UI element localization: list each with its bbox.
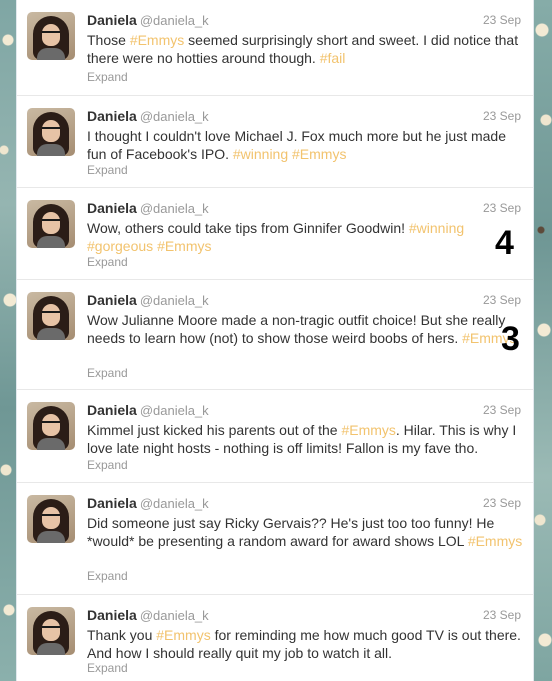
- tweet-timestamp[interactable]: 23 Sep: [483, 496, 521, 510]
- hashtag-link[interactable]: #gorgeous: [87, 238, 153, 254]
- user-handle[interactable]: @daniela_k: [140, 293, 209, 308]
- tweet-text: Wow Julianne Moore made a non-tragic out…: [87, 311, 527, 347]
- hashtag-link[interactable]: #fail: [320, 50, 346, 66]
- tweet-timestamp[interactable]: 23 Sep: [483, 13, 521, 27]
- avatar[interactable]: [27, 200, 75, 248]
- tweet-text-segment: Those: [87, 32, 130, 48]
- user-name[interactable]: Daniela: [87, 607, 137, 623]
- tweet-text: Those #Emmys seemed surprisingly short a…: [87, 31, 527, 67]
- user-name[interactable]: Daniela: [87, 402, 137, 418]
- avatar[interactable]: [27, 108, 75, 156]
- avatar[interactable]: [27, 607, 75, 655]
- tweet-timestamp[interactable]: 23 Sep: [483, 201, 521, 215]
- tweet-item[interactable]: Daniela @daniela_k 23 Sep I thought I cou…: [17, 96, 533, 188]
- user-name[interactable]: Daniela: [87, 108, 137, 124]
- hashtag-link[interactable]: #Emmys: [341, 422, 395, 438]
- annotation-number-3: 3: [501, 320, 520, 358]
- tweet-text: I thought I couldn't love Michael J. Fox…: [87, 127, 527, 163]
- tweet-text: Thank you #Emmys for reminding me how mu…: [87, 626, 527, 662]
- background-right-floral: [534, 0, 552, 681]
- user-handle[interactable]: @daniela_k: [140, 496, 209, 511]
- user-handle[interactable]: @daniela_k: [140, 608, 209, 623]
- tweet-item[interactable]: Daniela @daniela_k 23 Sep Wow Julianne Mo…: [17, 280, 533, 390]
- expand-link[interactable]: Expand: [87, 163, 128, 177]
- tweet-header: Daniela @daniela_k: [87, 292, 209, 308]
- tweet-timeline: Daniela @daniela_k 23 Sep Those #Emmys se…: [16, 0, 534, 681]
- background-left-floral: [0, 0, 16, 681]
- tweet-timestamp[interactable]: 23 Sep: [483, 109, 521, 123]
- user-name[interactable]: Daniela: [87, 200, 137, 216]
- user-handle[interactable]: @daniela_k: [140, 201, 209, 216]
- user-name[interactable]: Daniela: [87, 495, 137, 511]
- avatar[interactable]: [27, 12, 75, 60]
- tweet-item[interactable]: Daniela @daniela_k 23 Sep Wow, others cou…: [17, 188, 533, 280]
- tweet-text-segment: Wow, others could take tips from Ginnife…: [87, 220, 409, 236]
- tweet-text-segment: Wow Julianne Moore made a non-tragic out…: [87, 312, 506, 346]
- tweet-text-segment: Thank you: [87, 627, 157, 643]
- tweet-timestamp[interactable]: 23 Sep: [483, 608, 521, 622]
- tweet-header: Daniela @daniela_k: [87, 402, 209, 418]
- hashtag-link[interactable]: #Emmys: [292, 146, 346, 162]
- tweet-text: Kimmel just kicked his parents out of th…: [87, 421, 527, 457]
- hashtag-link[interactable]: #Emmys: [130, 32, 184, 48]
- tweet-text-segment: Did someone just say Ricky Gervais?? He'…: [87, 515, 495, 549]
- tweet-timestamp[interactable]: 23 Sep: [483, 293, 521, 307]
- avatar[interactable]: [27, 402, 75, 450]
- tweet-header: Daniela @daniela_k: [87, 12, 209, 28]
- expand-link[interactable]: Expand: [87, 255, 128, 269]
- tweet-timestamp[interactable]: 23 Sep: [483, 403, 521, 417]
- tweet-text: Did someone just say Ricky Gervais?? He'…: [87, 514, 527, 550]
- hashtag-link[interactable]: #winning: [409, 220, 464, 236]
- hashtag-link[interactable]: #Emmys: [156, 627, 210, 643]
- tweet-header: Daniela @daniela_k: [87, 108, 209, 124]
- tweet-item[interactable]: Daniela @daniela_k 23 Sep Thank you #Emmy…: [17, 595, 533, 681]
- expand-link[interactable]: Expand: [87, 458, 128, 472]
- expand-link[interactable]: Expand: [87, 569, 128, 583]
- hashtag-link[interactable]: #Emmys: [468, 533, 522, 549]
- user-name[interactable]: Daniela: [87, 292, 137, 308]
- hashtag-link[interactable]: #Emmys: [157, 238, 211, 254]
- tweet-header: Daniela @daniela_k: [87, 200, 209, 216]
- tweet-header: Daniela @daniela_k: [87, 495, 209, 511]
- tweet-item[interactable]: Daniela @daniela_k 23 Sep Did someone jus…: [17, 483, 533, 595]
- tweet-header: Daniela @daniela_k: [87, 607, 209, 623]
- user-handle[interactable]: @daniela_k: [140, 13, 209, 28]
- expand-link[interactable]: Expand: [87, 366, 128, 380]
- expand-link[interactable]: Expand: [87, 70, 128, 84]
- user-name[interactable]: Daniela: [87, 12, 137, 28]
- avatar[interactable]: [27, 495, 75, 543]
- tweet-text-segment: Kimmel just kicked his parents out of th…: [87, 422, 342, 438]
- tweet-item[interactable]: Daniela @daniela_k 23 Sep Kimmel just kic…: [17, 390, 533, 483]
- tweet-item[interactable]: Daniela @daniela_k 23 Sep Those #Emmys se…: [17, 0, 533, 96]
- user-handle[interactable]: @daniela_k: [140, 403, 209, 418]
- user-handle[interactable]: @daniela_k: [140, 109, 209, 124]
- annotation-number-4: 4: [495, 224, 514, 262]
- hashtag-link[interactable]: #winning: [233, 146, 288, 162]
- expand-link[interactable]: Expand: [87, 661, 128, 675]
- avatar[interactable]: [27, 292, 75, 340]
- tweet-text: Wow, others could take tips from Ginnife…: [87, 219, 527, 255]
